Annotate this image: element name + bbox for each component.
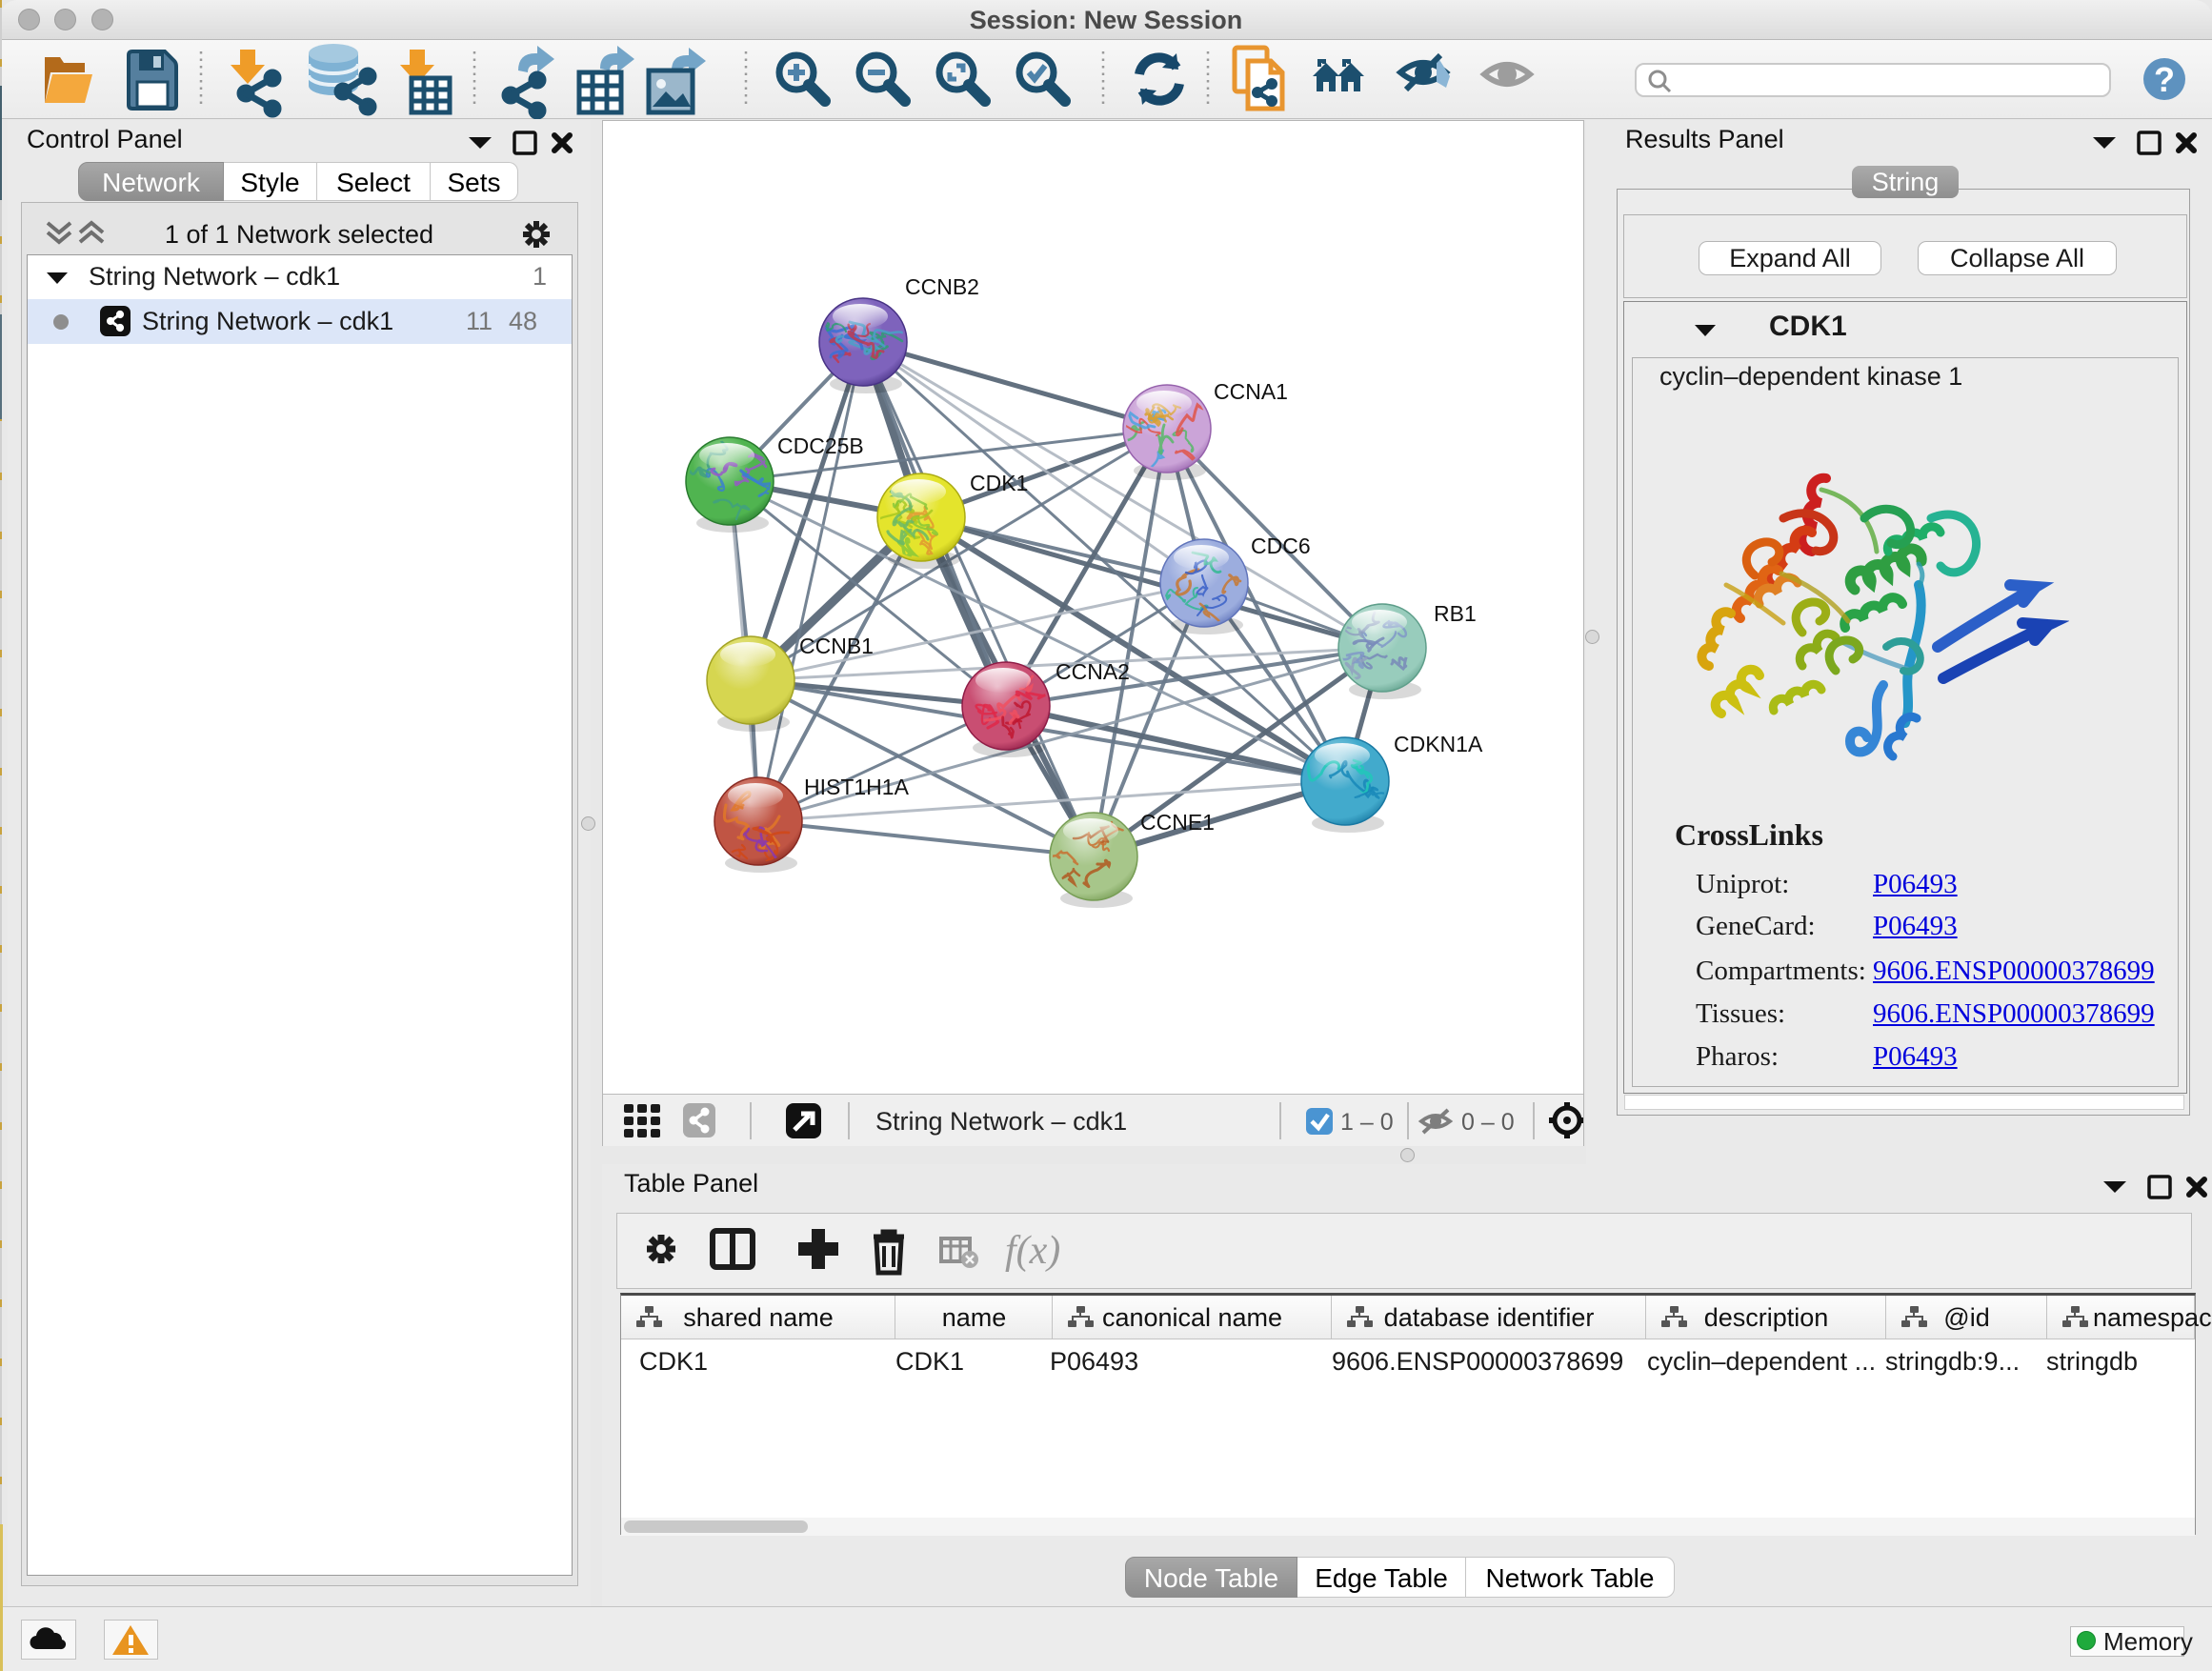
svg-text:CDC6: CDC6 — [1251, 534, 1311, 558]
svg-text:CDK1: CDK1 — [970, 471, 1028, 495]
svg-text:CCNA1: CCNA1 — [1214, 379, 1288, 404]
svg-text:?: ? — [2154, 60, 2175, 99]
svg-text:CDC25B: CDC25B — [777, 433, 864, 458]
svg-text:CDKN1A: CDKN1A — [1394, 732, 1483, 756]
svg-text:CCNA2: CCNA2 — [1056, 659, 1130, 684]
svg-text:String Network – cdk1: String Network – cdk1 — [875, 1107, 1127, 1136]
svg-text:HIST1H1A: HIST1H1A — [804, 775, 910, 799]
svg-text:0 – 0: 0 – 0 — [1461, 1109, 1515, 1136]
svg-text:CCNE1: CCNE1 — [1140, 810, 1215, 835]
svg-text:f(x): f(x) — [1005, 1229, 1060, 1273]
svg-text:CCNB1: CCNB1 — [799, 634, 874, 658]
svg-text:CCNB2: CCNB2 — [905, 274, 979, 299]
svg-text:1 – 0: 1 – 0 — [1340, 1109, 1394, 1136]
svg-text:1 of 1 Network selected: 1 of 1 Network selected — [165, 220, 433, 249]
svg-text:RB1: RB1 — [1434, 601, 1477, 626]
